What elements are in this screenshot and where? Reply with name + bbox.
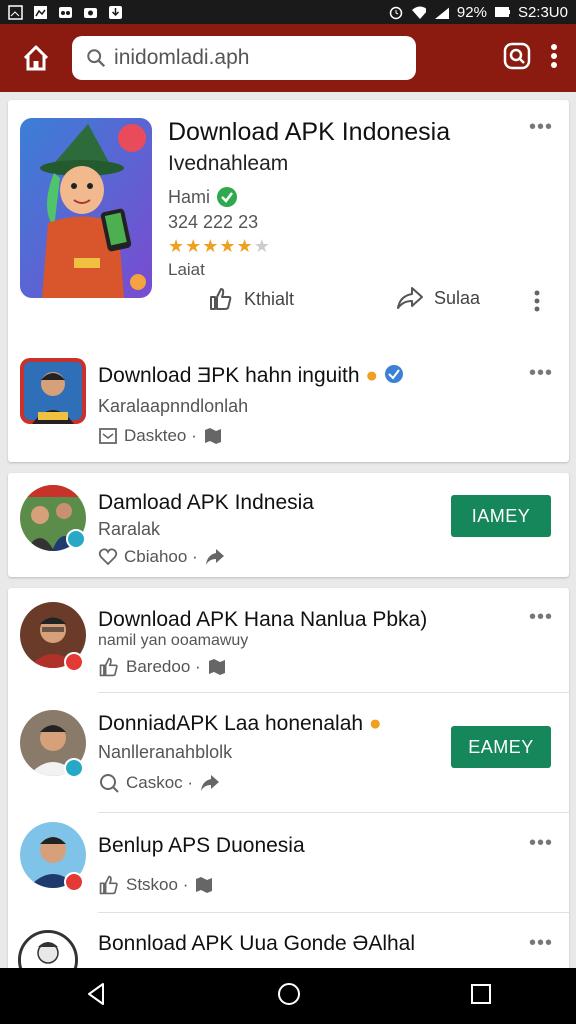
appbar-actions bbox=[502, 41, 576, 76]
share-label: Sulaa bbox=[434, 287, 481, 308]
overflow-menu-button[interactable] bbox=[550, 43, 558, 74]
item-more-button[interactable]: ••• bbox=[529, 362, 553, 385]
system-nav-bar bbox=[0, 968, 576, 1024]
status-badge bbox=[64, 652, 84, 672]
featured-options-button[interactable] bbox=[534, 290, 540, 317]
app-bar bbox=[0, 24, 576, 92]
gallery-icon bbox=[33, 5, 48, 20]
battery-icon bbox=[494, 5, 510, 20]
signal-icon bbox=[434, 5, 449, 20]
thumbs-up-icon bbox=[99, 875, 118, 895]
item-subtitle: Nanlleranahblolk bbox=[98, 742, 233, 762]
share-arrow-icon bbox=[201, 775, 220, 791]
item-avatar[interactable] bbox=[20, 358, 86, 424]
item-subtitle: Karalaapnndlonlah bbox=[98, 396, 249, 416]
status-badge bbox=[64, 758, 84, 778]
divider bbox=[98, 912, 569, 913]
image-icon bbox=[8, 4, 23, 20]
map-icon bbox=[208, 659, 225, 675]
verified-badge-icon bbox=[384, 365, 403, 383]
home-nav-button[interactable] bbox=[276, 981, 302, 1012]
item-meta: Caskoc · bbox=[98, 772, 221, 794]
item-title[interactable]: Benlup APS Duonesia bbox=[98, 834, 305, 858]
home-circle-icon bbox=[277, 982, 300, 1005]
recents-square-icon bbox=[470, 983, 491, 1004]
list-card: Download APK Hana Nanlua Pbka) ••• namil… bbox=[8, 588, 569, 988]
item-title[interactable]: Download APK Hana Nanlua Pbka) bbox=[98, 608, 427, 632]
item-more-button[interactable]: ••• bbox=[529, 832, 553, 855]
vertical-dots-icon bbox=[534, 290, 540, 312]
status-badge bbox=[66, 529, 86, 549]
status-badge bbox=[64, 872, 84, 892]
item-title[interactable]: Bonnload APK Uua Gonde ƏAlhal bbox=[98, 932, 415, 956]
search-icon bbox=[100, 774, 119, 793]
item-more-button[interactable]: ••• bbox=[529, 606, 553, 629]
featured-subtitle: Ivednahleam bbox=[168, 152, 289, 175]
map-icon bbox=[204, 428, 221, 444]
item-more-button[interactable]: ••• bbox=[529, 932, 553, 955]
featured-author: Hami bbox=[168, 186, 211, 207]
back-triangle-icon bbox=[88, 982, 105, 1005]
item-meta: Stskoo · bbox=[98, 874, 214, 896]
item-subtitle: Raralak bbox=[98, 519, 161, 539]
camera-icon bbox=[83, 5, 98, 20]
search-box[interactable] bbox=[72, 36, 416, 80]
like-button[interactable]: Kthialt bbox=[208, 286, 294, 312]
battery-percent: 92% bbox=[456, 3, 487, 21]
featured-count: 324 222 23 bbox=[168, 212, 259, 232]
featured-title[interactable]: Download APK Indonesia bbox=[168, 118, 450, 147]
featured-more-button[interactable]: ••• bbox=[529, 116, 553, 139]
item-meta: Cbiahoo · bbox=[98, 547, 226, 567]
vertical-dots-icon bbox=[551, 43, 557, 68]
divider bbox=[98, 812, 569, 813]
alarm-icon bbox=[388, 5, 403, 20]
item-title[interactable]: Download ƎPK hahn inguith ● bbox=[98, 364, 404, 388]
search-scan-button[interactable] bbox=[502, 41, 532, 76]
map-icon bbox=[196, 877, 213, 893]
search-icon bbox=[87, 49, 106, 68]
back-button[interactable] bbox=[83, 981, 109, 1012]
item-card: Damload APK Indnesia Raralak Cbiahoo · I… bbox=[8, 473, 569, 577]
trophy-emoji-icon: ● bbox=[365, 364, 379, 387]
thumbs-up-icon bbox=[210, 288, 232, 310]
search-scan-icon bbox=[503, 42, 531, 69]
clock: S2:3U0 bbox=[517, 3, 568, 21]
featured-app-image[interactable] bbox=[20, 118, 152, 298]
home-icon bbox=[23, 45, 49, 71]
featured-rating-label: Laiat bbox=[168, 260, 205, 279]
item-title[interactable]: DonniadAPK Laa honenalah ● bbox=[98, 712, 382, 736]
featured-author-row: Hami bbox=[168, 186, 238, 208]
search-input[interactable] bbox=[114, 46, 402, 70]
install-button[interactable]: EAMEY bbox=[451, 726, 551, 768]
verified-check-icon bbox=[217, 187, 238, 207]
status-left-icons bbox=[8, 4, 123, 20]
share-arrow-icon bbox=[397, 287, 423, 309]
install-button[interactable]: IAMEY bbox=[451, 495, 551, 537]
status-right: 92% S2:3U0 bbox=[388, 4, 568, 21]
recents-button[interactable] bbox=[469, 982, 493, 1011]
thumbs-up-icon bbox=[99, 657, 118, 677]
heart-icon bbox=[98, 548, 118, 566]
share-arrow-icon bbox=[205, 549, 224, 565]
mail-icon bbox=[99, 428, 117, 444]
divider bbox=[98, 692, 569, 693]
item-meta: Baredoo · bbox=[98, 656, 227, 678]
item-meta: Daskteo · bbox=[98, 426, 223, 446]
status-bar: 92% S2:3U0 bbox=[0, 0, 576, 24]
home-button[interactable] bbox=[0, 24, 72, 92]
download-icon bbox=[108, 5, 123, 20]
rating-stars: ★★★★★★ bbox=[168, 236, 271, 256]
like-label: Kthialt bbox=[244, 288, 295, 309]
share-button[interactable]: Sulaa bbox=[396, 286, 480, 310]
wifi-icon bbox=[411, 5, 426, 20]
item-title[interactable]: Damload APK Indnesia bbox=[98, 491, 314, 515]
featured-card: Download APK Indonesia ••• Ivednahleam H… bbox=[8, 100, 569, 462]
trophy-emoji-icon: ● bbox=[368, 712, 382, 735]
item-subtitle: namil yan ooamawuy bbox=[98, 632, 249, 649]
voicemail-icon bbox=[58, 5, 73, 20]
